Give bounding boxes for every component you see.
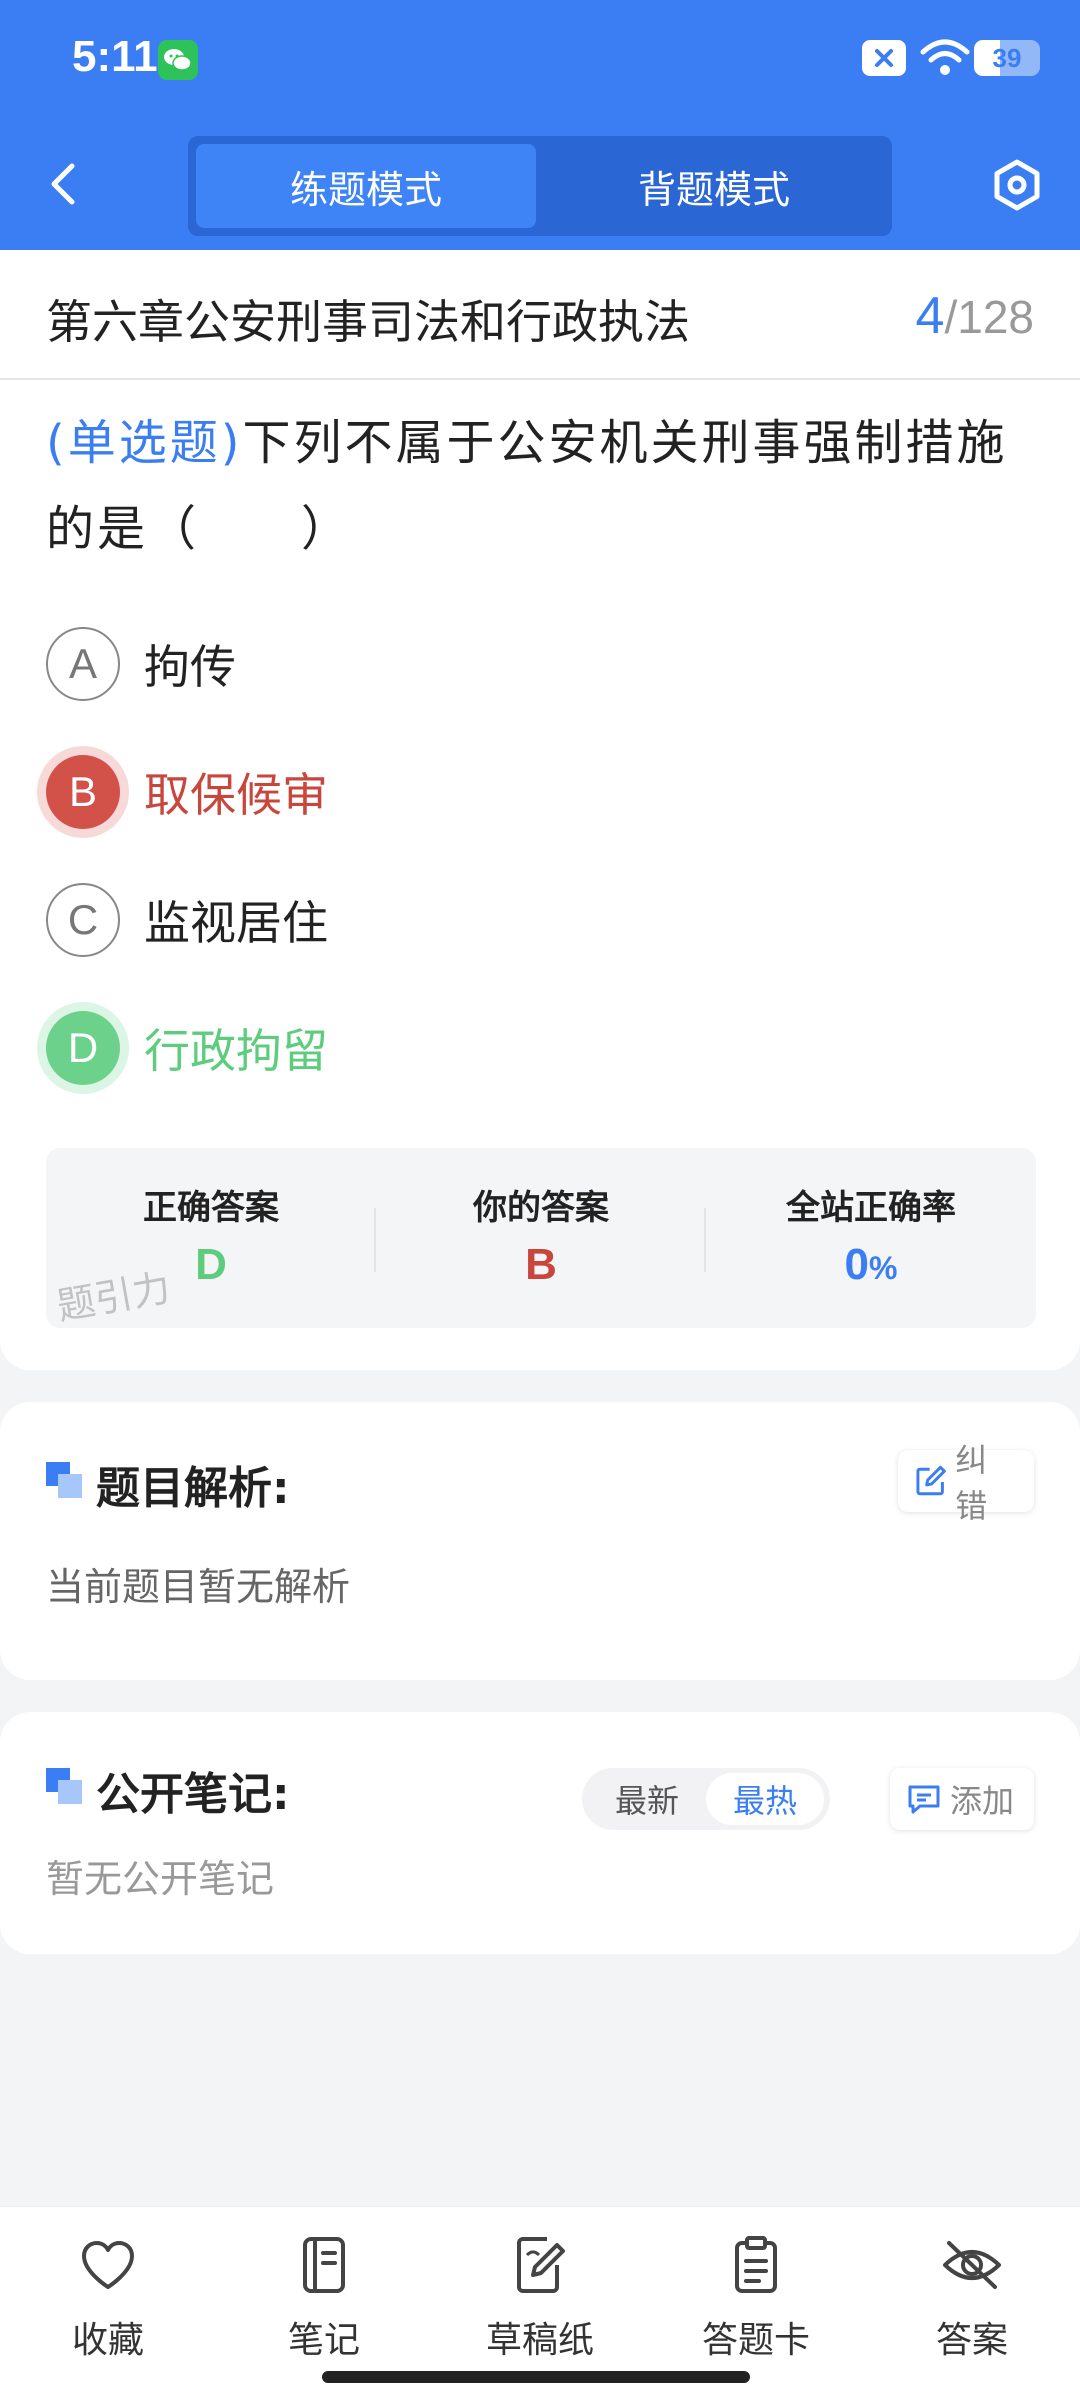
notes-label: 笔记 xyxy=(287,2320,360,2361)
answer-toggle-label: 答案 xyxy=(935,2320,1008,2361)
option-b[interactable]: B 取保候审 xyxy=(40,742,940,842)
eye-off-icon xyxy=(943,2241,1001,2289)
option-text: 拘传 xyxy=(144,640,236,694)
edit-icon xyxy=(916,1465,946,1496)
draft-icon xyxy=(517,2237,565,2293)
report-error-button[interactable]: 纠错 xyxy=(898,1441,1034,1525)
clipboard-icon xyxy=(735,2236,777,2293)
mode-switch: 练题模式 背题模式 xyxy=(188,136,892,236)
notes-sort-toggle: 最新 最热 xyxy=(582,1768,830,1830)
analysis-content: 当前题目暂无解析 xyxy=(46,1565,351,1609)
add-note-button[interactable]: 添加 xyxy=(890,1768,1034,1830)
analysis-title: 题目解析: xyxy=(96,1463,290,1514)
tab-practice-mode[interactable]: 练题模式 xyxy=(196,144,536,228)
sort-newest[interactable]: 最新 xyxy=(588,1773,706,1825)
total-questions: /128 xyxy=(944,291,1034,343)
wechat-icon xyxy=(158,40,198,80)
draft-paper-label: 草稿纸 xyxy=(485,2320,594,2361)
bottom-toolbar: 收藏 笔记 草稿纸 答题卡 答案 xyxy=(0,2206,1080,2400)
option-a[interactable]: A 拘传 xyxy=(40,614,940,714)
answer-summary: 正确答案 D 你的答案 B 全站正确率 0% 题引力 xyxy=(46,1148,1036,1329)
section-icon xyxy=(46,1768,84,1806)
option-letter: C xyxy=(46,883,120,957)
option-text: 监视居住 xyxy=(144,896,328,950)
favorite-button[interactable]: 收藏 xyxy=(0,2233,216,2363)
option-d[interactable]: D 行政拘留 xyxy=(40,998,940,1098)
answer-toggle-button[interactable]: 答案 xyxy=(864,2233,1080,2363)
tab-memorize-mode[interactable]: 背题模式 xyxy=(544,144,884,228)
section-icon xyxy=(46,1462,84,1500)
top-header: 5:11 39 练题模式 背题模式 xyxy=(0,0,1080,250)
notebook-icon xyxy=(303,2237,345,2293)
heart-icon xyxy=(82,2241,134,2289)
home-indicator[interactable] xyxy=(322,2371,750,2383)
accuracy-rate: 全站正确率 0% xyxy=(706,1148,1036,1328)
draft-paper-button[interactable]: 草稿纸 xyxy=(432,2233,648,2363)
option-letter: D xyxy=(46,1011,120,1085)
sort-hottest[interactable]: 最热 xyxy=(706,1773,824,1825)
answer-sheet-button[interactable]: 答题卡 xyxy=(648,2233,864,2363)
notes-title: 公开笔记: xyxy=(96,1769,290,1820)
comment-icon xyxy=(908,1785,940,1814)
wifi-icon xyxy=(920,39,970,75)
question-counter: 4/128 xyxy=(916,286,1034,346)
accuracy-rate-label: 全站正确率 xyxy=(786,1188,956,1228)
option-text: 行政拘留 xyxy=(144,1024,328,1078)
accuracy-unit: % xyxy=(869,1250,898,1286)
question-card: 第六章公安刑事司法和行政执法 4/128 (单选题)下列不属于公安机关刑事强制措… xyxy=(0,250,1080,1370)
question-type: (单选题) xyxy=(46,415,243,471)
question-text: (单选题)下列不属于公安机关刑事强制措施的是（ ） xyxy=(46,400,1036,572)
notes-empty: 暂无公开笔记 xyxy=(46,1857,275,1901)
option-text: 取保候审 xyxy=(144,768,328,822)
option-letter: A xyxy=(46,627,120,701)
your-answer-label: 你的答案 xyxy=(473,1188,609,1228)
notes-card: 公开笔记: 最新 最热 添加 暂无公开笔记 xyxy=(0,1712,1080,1954)
accuracy-rate-value: 0% xyxy=(706,1240,1036,1290)
report-error-label: 纠错 xyxy=(955,1441,988,1525)
option-letter: B xyxy=(46,755,120,829)
accuracy-number: 0 xyxy=(844,1240,870,1289)
current-question-number: 4 xyxy=(915,287,945,345)
battery-icon: 39 xyxy=(974,40,1040,76)
chevron-left-icon xyxy=(51,163,75,205)
settings-button[interactable] xyxy=(990,158,1044,212)
add-note-label: 添加 xyxy=(950,1782,1015,1820)
battery-level: 39 xyxy=(992,43,1022,73)
answer-sheet-label: 答题卡 xyxy=(701,2320,810,2361)
option-c[interactable]: C 监视居住 xyxy=(40,870,940,970)
your-answer-value: B xyxy=(525,1240,557,1289)
your-answer: 你的答案 B xyxy=(376,1148,706,1328)
status-time: 5:11 xyxy=(72,32,158,81)
notes-button[interactable]: 笔记 xyxy=(216,2233,432,2363)
divider xyxy=(0,378,1080,380)
back-button[interactable] xyxy=(40,156,88,212)
no-sim-icon xyxy=(862,40,906,76)
correct-answer-label: 正确答案 xyxy=(143,1188,279,1228)
hexagon-settings-icon xyxy=(994,159,1040,211)
chapter-title: 第六章公安刑事司法和行政执法 xyxy=(46,295,690,349)
analysis-card: 题目解析: 纠错 当前题目暂无解析 xyxy=(0,1402,1080,1680)
favorite-label: 收藏 xyxy=(71,2320,144,2361)
